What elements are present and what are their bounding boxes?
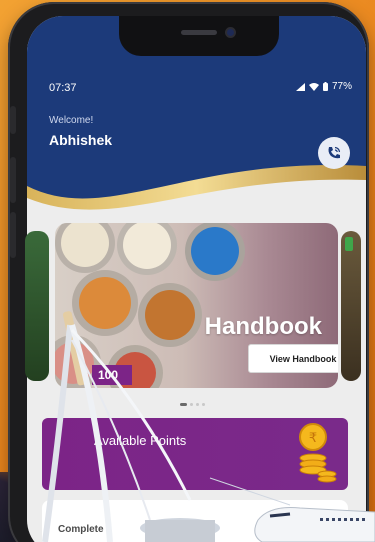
battery-percent: 77% [331, 81, 352, 92]
carousel-prev-card[interactable] [25, 231, 49, 381]
rupee-coins-icon: ₹ [293, 422, 339, 491]
bottom-card[interactable] [42, 500, 348, 542]
status-time: 07:37 [49, 82, 77, 94]
phone-side-button [10, 212, 16, 258]
username: Abhishek [49, 132, 113, 148]
phone-call-icon [328, 146, 341, 159]
carousel-next-card[interactable] [341, 231, 361, 381]
call-button[interactable] [318, 137, 350, 169]
view-handbook-button[interactable]: View Handbook [248, 344, 338, 373]
carousel-dot[interactable] [202, 403, 205, 406]
welcome-text: Welcome! [49, 115, 94, 126]
banner-title: Handbook [204, 313, 322, 340]
phone-notch [119, 16, 279, 56]
carousel-indicator [180, 403, 205, 406]
phone-side-button [10, 157, 16, 203]
status-icons: 77% [295, 81, 352, 92]
points-badge: 100 [92, 365, 132, 385]
svg-text:₹: ₹ [309, 431, 317, 446]
paint-cans-image [55, 223, 245, 388]
header-wave [27, 165, 366, 226]
carousel-dot[interactable] [190, 403, 193, 406]
carousel-dot[interactable] [180, 403, 187, 406]
bottom-card-label: Complete [58, 524, 104, 535]
phone-side-button [10, 106, 16, 134]
available-points-label: Available Points [94, 433, 187, 448]
speaker-grille [181, 30, 217, 35]
handbook-banner[interactable]: Handbook View Handbook [55, 223, 338, 388]
battery-icon [322, 82, 328, 91]
front-camera [225, 27, 236, 38]
signal-icon [295, 82, 305, 91]
wifi-icon [308, 82, 319, 91]
carousel-dot[interactable] [196, 403, 199, 406]
